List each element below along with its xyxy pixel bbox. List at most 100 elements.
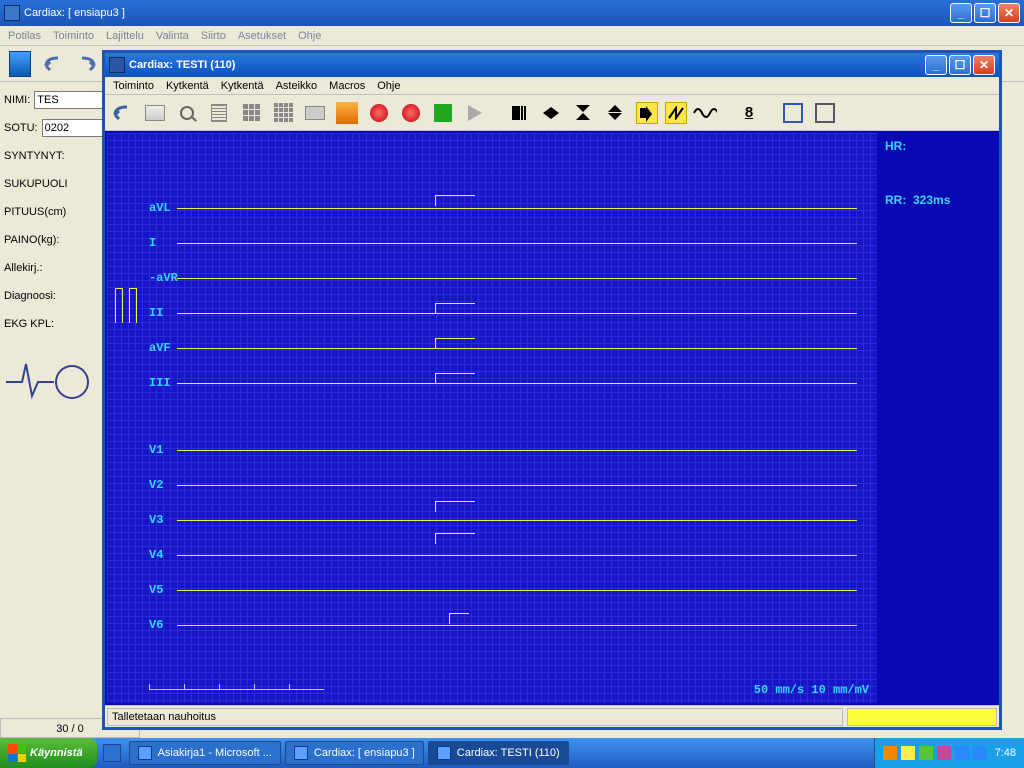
outer-maximize-button[interactable]: ☐ bbox=[974, 3, 996, 23]
forward-icon[interactable] bbox=[74, 50, 102, 78]
inner-maximize-button[interactable]: ☐ bbox=[949, 55, 971, 75]
hstretch-icon[interactable] bbox=[537, 99, 565, 127]
trace-v5 bbox=[177, 590, 857, 591]
blip bbox=[435, 303, 475, 313]
trace-ii bbox=[177, 313, 857, 314]
print-icon[interactable] bbox=[141, 99, 169, 127]
tray-display-icon[interactable] bbox=[973, 746, 987, 760]
windows-logo-icon bbox=[8, 744, 26, 762]
outer-menubar: Potilas Toiminto Lajittelu Valinta Siirt… bbox=[0, 26, 1024, 46]
task-label: Cardiax: TESTI (110) bbox=[457, 747, 560, 759]
vcompress-icon[interactable] bbox=[569, 99, 597, 127]
imenu-macros[interactable]: Macros bbox=[329, 80, 365, 92]
highlight-icon[interactable] bbox=[333, 99, 361, 127]
start-button[interactable]: Käynnistä bbox=[0, 738, 97, 768]
trace-v6 bbox=[177, 625, 857, 626]
filter-icon[interactable] bbox=[665, 102, 687, 124]
menu-toiminto[interactable]: Toiminto bbox=[53, 30, 94, 42]
blip bbox=[435, 338, 475, 348]
layout-grid3-icon[interactable] bbox=[237, 99, 265, 127]
system-tray[interactable]: 7:48 bbox=[874, 738, 1024, 768]
exit-icon[interactable] bbox=[6, 50, 34, 78]
ecg-grid[interactable]: aVL I -aVR II aVF III V1 V2 V3 V4 V5 V6 bbox=[105, 131, 879, 705]
inner-titlebar[interactable]: Cardiax: TESTI (110) _ ☐ ✕ bbox=[105, 53, 999, 77]
name-label: NIMI: bbox=[4, 94, 30, 106]
tray-network-icon[interactable] bbox=[919, 746, 933, 760]
trace-avl bbox=[177, 208, 857, 209]
tray-shield-icon[interactable] bbox=[883, 746, 897, 760]
tray-clock[interactable]: 7:48 bbox=[995, 747, 1016, 759]
fit-icon[interactable] bbox=[811, 99, 839, 127]
record-icon[interactable] bbox=[365, 99, 393, 127]
taskbar-item-cardiax2[interactable]: Cardiax: TESTI (110) bbox=[428, 741, 569, 765]
lead-i: I bbox=[149, 236, 156, 250]
menu-siirto[interactable]: Siirto bbox=[201, 30, 226, 42]
menu-lajittelu[interactable]: Lajittelu bbox=[106, 30, 144, 42]
menu-asetukset[interactable]: Asetukset bbox=[238, 30, 286, 42]
outer-titlebar[interactable]: Cardiax: [ ensiapu3 ] _ ☐ ✕ bbox=[0, 0, 1024, 26]
scale-readout: 50 mm/s 10 mm/mV bbox=[754, 683, 869, 697]
eight-button[interactable]: 8 bbox=[735, 99, 763, 127]
menu-ohje[interactable]: Ohje bbox=[298, 30, 321, 42]
inner-close-button[interactable]: ✕ bbox=[973, 55, 995, 75]
layout1-icon[interactable] bbox=[205, 99, 233, 127]
blip bbox=[435, 533, 475, 555]
ekg-label: EKG KPL: bbox=[4, 318, 54, 330]
imenu-ohje[interactable]: Ohje bbox=[377, 80, 400, 92]
imenu-asteikko[interactable]: Asteikko bbox=[276, 80, 318, 92]
vexpand-icon[interactable] bbox=[601, 99, 629, 127]
taskbar-item-word[interactable]: Asiakirja1 - Microsoft ... bbox=[129, 741, 281, 765]
imenu-toiminto[interactable]: Toiminto bbox=[113, 80, 154, 92]
lead-v6: V6 bbox=[149, 618, 163, 632]
outer-close-button[interactable]: ✕ bbox=[998, 3, 1020, 23]
inner-statusbar: Talletetaan nauhoitus bbox=[105, 705, 999, 727]
undo-icon[interactable] bbox=[109, 99, 137, 127]
readout-panel: HR: RR: 323ms bbox=[879, 131, 999, 705]
cal-pulse bbox=[115, 288, 123, 323]
imenu-kytkenta2[interactable]: Kytkentä bbox=[221, 80, 264, 92]
rr-label: RR: bbox=[885, 193, 906, 207]
outer-title-text: Cardiax: [ ensiapu3 ] bbox=[24, 7, 125, 19]
tray-speaker-icon[interactable] bbox=[901, 746, 915, 760]
menu-valinta[interactable]: Valinta bbox=[156, 30, 189, 42]
ql-ie-icon[interactable] bbox=[103, 744, 121, 762]
record2-icon[interactable] bbox=[397, 99, 425, 127]
taskbar-item-cardiax1[interactable]: Cardiax: [ ensiapu3 ] bbox=[285, 741, 424, 765]
time-scale-ruler bbox=[149, 681, 324, 693]
back-icon[interactable] bbox=[40, 50, 68, 78]
weight-label: PAINO(kg): bbox=[4, 234, 59, 246]
inner-minimize-button[interactable]: _ bbox=[925, 55, 947, 75]
trace-v2 bbox=[177, 485, 857, 486]
menu-potilas[interactable]: Potilas bbox=[8, 30, 41, 42]
waveform-icon[interactable] bbox=[691, 99, 719, 127]
trace-v4 bbox=[177, 555, 857, 556]
play-icon[interactable] bbox=[461, 99, 489, 127]
tray-usb-icon[interactable] bbox=[955, 746, 969, 760]
task-label: Cardiax: [ ensiapu3 ] bbox=[314, 747, 415, 759]
blip bbox=[435, 195, 475, 208]
lead-iii: III bbox=[149, 376, 171, 390]
trace-v1 bbox=[177, 450, 857, 451]
blip bbox=[435, 373, 475, 383]
born-label: SYNTYNYT: bbox=[4, 150, 65, 162]
trace-avf bbox=[177, 348, 857, 349]
folder-icon[interactable] bbox=[301, 99, 329, 127]
tray-device-icon[interactable] bbox=[937, 746, 951, 760]
layout-grid4-icon[interactable] bbox=[269, 99, 297, 127]
inner-app-icon bbox=[109, 57, 125, 73]
imenu-kytkenta1[interactable]: Kytkentä bbox=[166, 80, 209, 92]
start-label: Käynnistä bbox=[30, 747, 83, 759]
quick-launch bbox=[97, 744, 127, 762]
hr-label: HR: bbox=[885, 139, 906, 153]
cardiax-icon bbox=[294, 746, 308, 760]
sound-icon[interactable] bbox=[633, 99, 661, 127]
zoom-icon[interactable] bbox=[173, 99, 201, 127]
stop-icon[interactable] bbox=[429, 99, 457, 127]
fullscreen-icon[interactable] bbox=[779, 99, 807, 127]
rr-value: 323ms bbox=[913, 193, 950, 207]
step-end-icon[interactable] bbox=[505, 99, 533, 127]
trace-i bbox=[177, 243, 857, 244]
sign-label: Allekirj.: bbox=[4, 262, 43, 274]
lead-v1: V1 bbox=[149, 443, 163, 457]
outer-minimize-button[interactable]: _ bbox=[950, 3, 972, 23]
